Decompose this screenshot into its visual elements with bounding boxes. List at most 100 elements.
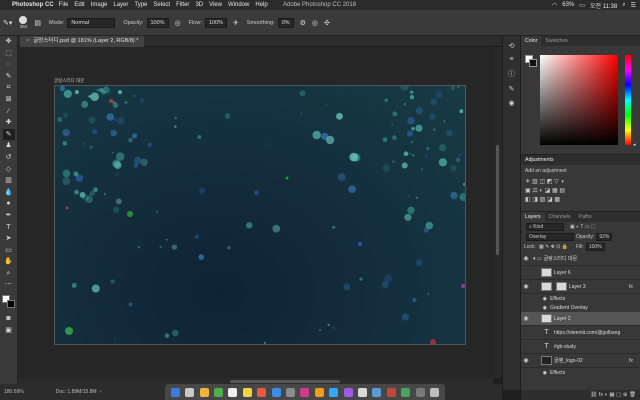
menu-3d[interactable]: 3D: [195, 2, 203, 8]
info-panel-icon[interactable]: ⓘ: [508, 69, 515, 79]
quick-select-tool-icon[interactable]: ✎: [3, 71, 15, 83]
text-layer-row[interactable]: T #gb-study: [521, 340, 640, 354]
marquee-tool-icon[interactable]: ⬚: [3, 48, 15, 60]
tab-channels[interactable]: Channels: [545, 212, 575, 222]
background-swatch[interactable]: [529, 59, 537, 67]
eye-icon[interactable]: ◉: [521, 357, 531, 364]
status-menu-icon[interactable]: ›: [100, 389, 102, 395]
eye-icon[interactable]: ◉: [521, 255, 531, 262]
blur-tool-icon[interactable]: 💧: [3, 187, 15, 199]
finder-dock-icon[interactable]: [170, 387, 180, 397]
illustrator-dock-icon[interactable]: [314, 387, 324, 397]
brush-preset-picker[interactable]: 384: [19, 16, 28, 29]
menu-layer[interactable]: Layer: [113, 2, 128, 8]
dodge-tool-icon[interactable]: ●: [3, 198, 15, 210]
eyedropper-tool-icon[interactable]: ⁄: [3, 106, 15, 118]
smoothing-input[interactable]: 0%: [277, 17, 294, 28]
smoothing-settings-icon[interactable]: ⚙: [300, 19, 306, 27]
more-tools-icon[interactable]: ⋯: [3, 279, 15, 291]
layer-row-selected[interactable]: ◉ Layer 2: [521, 312, 640, 326]
airbrush-icon[interactable]: ✈: [233, 19, 239, 27]
brush-settings-icon[interactable]: ▤: [34, 19, 41, 27]
search-icon[interactable]: ⌕: [622, 2, 625, 9]
menu-select[interactable]: Select: [153, 2, 170, 8]
screen-mode-icon[interactable]: ▣: [3, 325, 15, 337]
color-field[interactable]: [540, 55, 618, 145]
menu-file[interactable]: File: [59, 2, 69, 8]
menu-window[interactable]: Window: [228, 2, 249, 8]
indesign-dock-icon[interactable]: [300, 387, 310, 397]
folder-icon[interactable]: ▾ ▭: [533, 256, 542, 262]
calendar-dock-icon[interactable]: [228, 387, 238, 397]
hue-slider[interactable]: [625, 55, 631, 145]
crop-tool-icon[interactable]: ⌗: [3, 82, 15, 94]
frame-tool-icon[interactable]: ⊠: [3, 94, 15, 106]
stamp-tool-icon[interactable]: ♟: [3, 140, 15, 152]
layer-row[interactable]: ◉ Layer 3 fx: [521, 280, 640, 294]
menu-edit[interactable]: Edit: [74, 2, 84, 8]
document-canvas[interactable]: [54, 85, 466, 345]
vertical-scroll-thumb[interactable]: [496, 145, 499, 255]
trash-dock-icon[interactable]: [430, 387, 440, 397]
menu-view[interactable]: View: [209, 2, 222, 8]
layers-footer[interactable]: ⛓ fx ◐ ▦ ▢ ⊕ 🗑: [521, 390, 640, 400]
libraries-panel-icon[interactable]: ◉: [508, 99, 514, 107]
close-icon[interactable]: ×: [26, 38, 29, 44]
layer-effect-row[interactable]: ◉ Gradient Overlay: [521, 303, 640, 312]
mode-select[interactable]: Normal: [67, 17, 116, 28]
tab-paths[interactable]: Paths: [575, 212, 596, 222]
excel-dock-icon[interactable]: [401, 387, 411, 397]
layer-effects-row[interactable]: ◉ Effects: [521, 294, 640, 303]
zoom-tool-icon[interactable]: ⌕: [3, 268, 15, 280]
photoshop-dock-icon[interactable]: [329, 387, 339, 397]
pen-tool-icon[interactable]: ✒: [3, 210, 15, 222]
menu-type[interactable]: Type: [134, 2, 147, 8]
text-layer-row[interactable]: T https://steemit.com/@golbang: [521, 326, 640, 340]
move-tool-icon[interactable]: ✥: [3, 36, 15, 48]
pressure-opacity-icon[interactable]: ◎: [175, 19, 181, 27]
history-brush-tool-icon[interactable]: ↺: [3, 152, 15, 164]
preview-dock-icon[interactable]: [357, 387, 367, 397]
document-tab[interactable]: × 글랑스터디.psd @ 181% (Layer 2, RGB/8) *: [20, 36, 145, 47]
blend-mode-select[interactable]: Overlay: [526, 233, 574, 241]
messages-dock-icon[interactable]: [213, 387, 223, 397]
history-panel-icon[interactable]: ⟲: [509, 42, 515, 50]
brush-tool-icon[interactable]: ✎: [2, 128, 15, 141]
background-color[interactable]: [6, 300, 15, 309]
layer-group[interactable]: ◉ ▾ ▭ 글랑스터디 대문: [521, 252, 640, 266]
adjustment-icons-row-3[interactable]: ◧ ◨ ▨ ◪ ▩: [521, 195, 640, 204]
brush-tool-icon[interactable]: ✎▾: [3, 19, 12, 27]
chrome-dock-icon[interactable]: [199, 387, 209, 397]
word-dock-icon[interactable]: [372, 387, 382, 397]
healing-tool-icon[interactable]: ✚: [3, 117, 15, 129]
canvas-area[interactable]: 글랑스터디 대문: [18, 47, 493, 378]
eye-icon[interactable]: ◉: [521, 296, 547, 302]
premiere-dock-icon[interactable]: [343, 387, 353, 397]
fx-icon[interactable]: fx: [629, 284, 633, 290]
eraser-tool-icon[interactable]: ◇: [3, 164, 15, 176]
type-tool-icon[interactable]: T: [3, 222, 15, 234]
adjustment-icons-row-1[interactable]: ☀ ▥ ◫ ◩ ▽ ◑: [521, 177, 640, 186]
lasso-tool-icon[interactable]: ◌: [3, 59, 15, 71]
quick-mask-icon[interactable]: ◙: [3, 313, 15, 325]
eye-icon[interactable]: ◉: [521, 315, 531, 322]
fill-input[interactable]: 100%: [585, 243, 605, 251]
menu-filter[interactable]: Filter: [176, 2, 189, 8]
preferences-dock-icon[interactable]: [285, 387, 295, 397]
layer-opacity-input[interactable]: 92%: [596, 233, 613, 241]
doc-size[interactable]: Doc: 1.89M/15.8M: [56, 389, 97, 395]
layer-row[interactable]: ◉ 골뱅_logo-02 fx: [521, 354, 640, 368]
launchpad-dock-icon[interactable]: [185, 387, 195, 397]
folder-dock-icon[interactable]: [415, 387, 425, 397]
filter-icons[interactable]: ▣ ◐ T ▭ ⬚: [570, 224, 596, 230]
app-menu[interactable]: Photoshop CC: [12, 2, 54, 8]
clock[interactable]: 오전 11:38: [590, 1, 617, 10]
vertical-scrollbar[interactable]: [493, 47, 502, 378]
eye-icon[interactable]: ◉: [521, 370, 547, 376]
tab-color[interactable]: Color: [521, 36, 542, 46]
menu-list-icon[interactable]: ☰: [631, 2, 636, 9]
notes-dock-icon[interactable]: [242, 387, 252, 397]
eye-icon[interactable]: ◉: [521, 305, 547, 311]
layer-effects-row[interactable]: ◉ Effects: [521, 368, 640, 377]
properties-panel-icon[interactable]: ≡: [509, 56, 513, 63]
